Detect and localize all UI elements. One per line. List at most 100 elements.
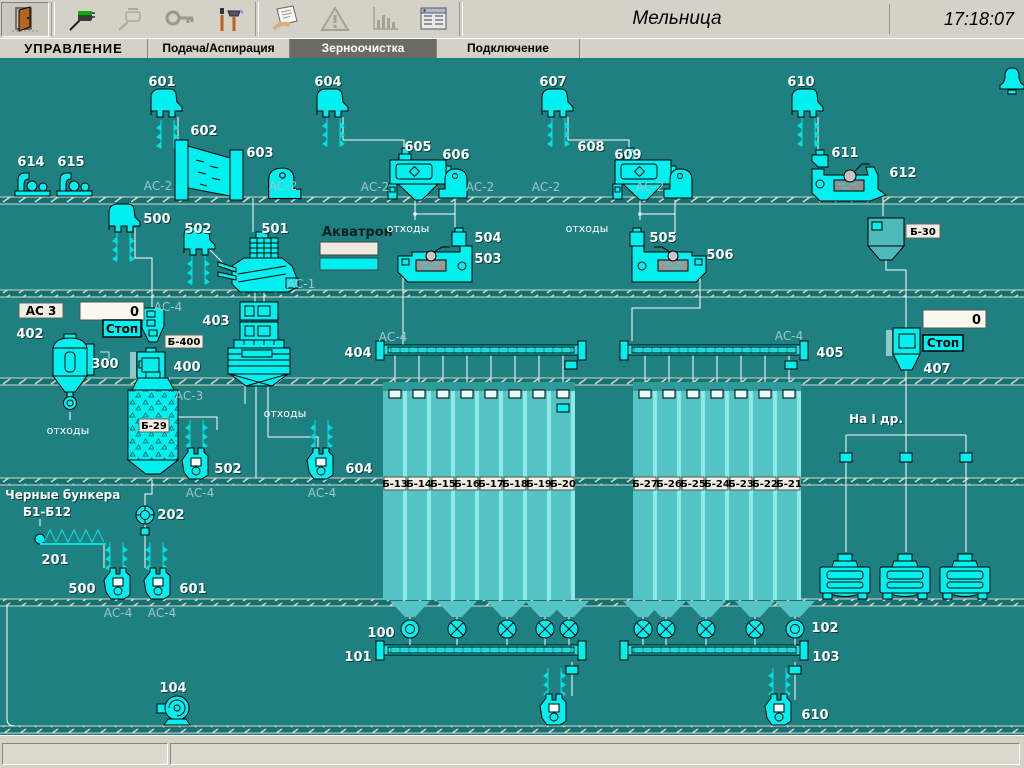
label-АС-1: АС-1 [287,277,316,291]
label-506: 506 [706,248,733,263]
settings-button[interactable] [205,2,253,37]
svg-text:Б-18: Б-18 [502,479,528,490]
bunker-Б-24[interactable]: Б-24 [704,382,730,600]
label-407: 407 [923,362,950,377]
rail [0,290,1024,297]
label-АС-2: АС-2 [636,180,665,194]
label-202: 202 [157,508,184,523]
status-panel-left [2,743,168,765]
window-title: Мельница [465,8,889,30]
level-sensor [509,390,521,398]
trends-chart-icon [369,5,399,33]
svg-text:Б-15: Б-15 [430,479,456,490]
svg-text:Б-29: Б-29 [141,421,167,432]
label-АС-4: АС-4 [379,330,408,344]
label-501: 501 [261,222,288,237]
bunker-Б-21[interactable]: Б-21 [776,382,802,600]
status-panel-right [170,743,1020,765]
bunker-Б-18[interactable]: Б-18 [502,382,528,600]
label-АС-2: АС-2 [361,180,390,194]
bunker-Б-20[interactable]: Б-20 [550,382,576,600]
line-junction [638,212,642,216]
tab-upravlenie[interactable]: УПРАВЛЕНИЕ [0,39,148,59]
value-display-1: 0 [923,310,986,328]
label-104: 104 [159,681,186,696]
label-АС-4: АС-4 [775,329,804,343]
alarms-button[interactable] [311,2,359,37]
bunker-Б-16[interactable]: Б-16 [454,382,480,600]
tab-podklyuchenie[interactable]: Подключение [437,39,580,59]
label-АС-4: АС-4 [186,486,215,500]
status-bar [0,735,1024,768]
svg-text:Б-13: Б-13 [382,479,408,490]
level-sensor [485,390,497,398]
bunker-Б-23[interactable]: Б-23 [728,382,754,600]
label-300: 300 [91,357,118,372]
label-405: 405 [816,346,843,361]
label-606: 606 [442,148,469,163]
label-АС-4: АС-4 [104,606,133,620]
stop-button-0[interactable]: Стоп [103,320,141,337]
label-615: 615 [57,155,84,170]
level-sensor [389,390,401,398]
clock: 17:18:07 [889,4,1024,34]
level-sensor [639,390,651,398]
exit-door-icon [10,5,40,33]
label-АС-4: АС-4 [154,300,183,314]
tag-box-Б-30: Б-30 [906,224,940,238]
level-sensor [533,390,545,398]
toolbar-separator [255,2,259,36]
svg-text:Б-400: Б-400 [168,337,201,348]
connect-button[interactable] [58,2,106,37]
bunker-Б-14[interactable]: Б-14 [406,382,432,600]
svg-text:Стоп: Стоп [106,322,138,336]
label-отходы: отходы [387,222,430,235]
label-502: 502 [184,222,211,237]
level-sensor [413,390,425,398]
label-АС-2: АС-2 [532,180,561,194]
bunker-Б-27[interactable]: Б-27 [632,382,658,600]
exit-button[interactable] [1,2,49,37]
process-mimic: Б-13Б-14Б-15Б-16Б-17Б-18Б-19Б-20 Б-27Б-26… [0,58,1024,735]
label-201: 201 [41,553,68,568]
trends-button[interactable] [360,2,408,37]
stop-button-1[interactable]: Стоп [923,335,963,351]
bunker-Б-22[interactable]: Б-22 [752,382,778,600]
tab-podacha-aspiratsiya[interactable]: Подача/Аспирация [148,39,290,59]
label-611: 611 [831,146,858,161]
label-604: 604 [314,75,341,90]
label-Черные бункера: Черные бункера [5,488,120,502]
label-101: 101 [344,650,371,665]
svg-text:0: 0 [130,305,139,320]
bunker-Б-26[interactable]: Б-26 [656,382,682,600]
bunker-Б-13[interactable]: Б-13 [382,382,408,600]
tab-zernoochistka[interactable]: Зерноочистка [290,39,437,59]
tab-bar: УПРАВЛЕНИЕ Подача/Аспирация Зерноочистка… [0,38,1024,59]
valve-202[interactable] [136,506,154,524]
label-403: 403 [202,314,229,329]
report-button[interactable] [409,2,457,37]
bunker-Б-15[interactable]: Б-15 [430,382,456,600]
svg-text:Б-23: Б-23 [728,479,754,490]
label-601: 601 [148,75,175,90]
bunker-Б-17[interactable]: Б-17 [478,382,504,600]
label-614: 614 [17,155,44,170]
key-icon [164,5,196,33]
label-АС-3: АС-3 [175,389,204,403]
level-sensor [759,390,771,398]
toolbar-separator [51,2,55,36]
level-sensor [557,390,569,398]
tag-box-АС 3: АС 3 [19,303,63,318]
svg-text:Б-25: Б-25 [680,479,706,490]
journal-button[interactable] [262,2,310,37]
bunker-Б-19[interactable]: Б-19 [526,382,552,600]
bunker-Б-25[interactable]: Б-25 [680,382,706,600]
svg-text:Б-16: Б-16 [454,479,480,490]
label-609: 609 [614,148,641,163]
key-button[interactable] [156,2,204,37]
label-505: 505 [649,231,676,246]
tag-box-Б-29: Б-29 [139,419,169,432]
label-Б1-Б12: Б1-Б12 [23,505,71,519]
disconnect-button[interactable] [107,2,155,37]
label-610: 610 [787,75,814,90]
